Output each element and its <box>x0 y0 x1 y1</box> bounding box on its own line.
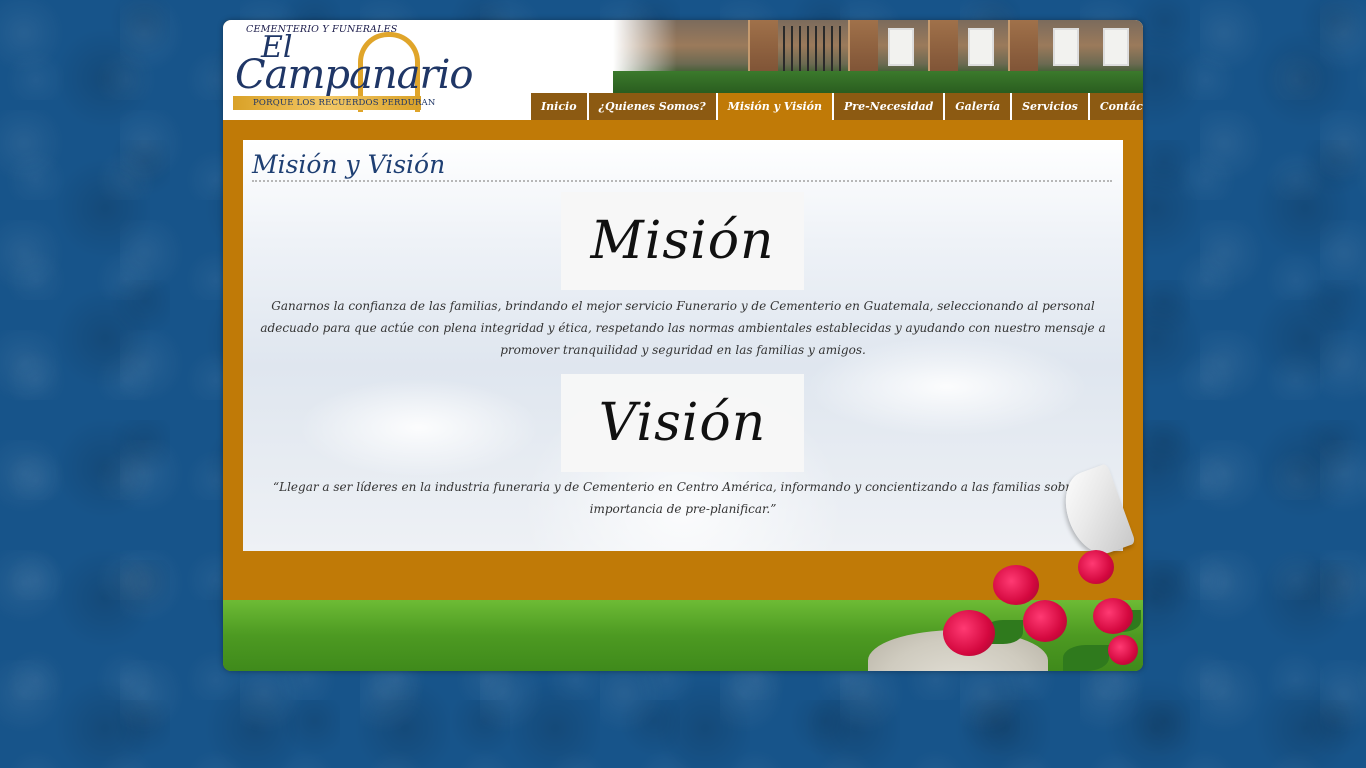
building-pillar <box>928 20 958 76</box>
site-logo[interactable]: CEMENTERIO Y FUNERALES El Campanario POR… <box>233 24 473 120</box>
logo-name: Campanario <box>235 52 473 98</box>
building-window <box>1053 28 1079 66</box>
page-title: Misión y Visión <box>252 148 1112 182</box>
content-panel: Misión y Visión Misión Ganarnos la confi… <box>243 140 1123 551</box>
nav-mision-vision[interactable]: Misión y Visión <box>717 93 833 120</box>
hedge-image <box>613 71 1143 93</box>
nav-pre-necesidad[interactable]: Pre-Necesidad <box>834 93 944 120</box>
building-window <box>968 28 994 66</box>
leaf-shape <box>1063 645 1109 671</box>
flower-shape <box>1023 600 1067 642</box>
building-window <box>888 28 914 66</box>
flower-shape <box>1078 550 1114 584</box>
nav-contactenos[interactable]: Contáctenos <box>1089 93 1143 120</box>
nav-inicio[interactable]: Inicio <box>531 93 587 120</box>
header-photo <box>613 20 1143 93</box>
flower-shape <box>993 565 1039 605</box>
flower-shape <box>1108 635 1138 665</box>
flower-shape <box>1093 598 1133 634</box>
flower-shape <box>943 610 995 656</box>
building-pillar <box>848 20 878 76</box>
page-frame: CEMENTERIO Y FUNERALES El Campanario POR… <box>223 20 1143 671</box>
gate-image <box>783 26 843 74</box>
mision-paragraph: Ganarnos la confianza de las familias, b… <box>260 299 1106 357</box>
vision-paragraph: “Llegar a ser líderes en la industria fu… <box>272 480 1093 516</box>
building-pillar <box>1008 20 1038 76</box>
vision-heading: Visión <box>561 374 804 472</box>
main-nav: Inicio ¿Quienes Somos? Misión y Visión P… <box>531 93 1143 120</box>
nav-galeria[interactable]: Galería <box>945 93 1011 120</box>
logo-slogan: PORQUE LOS RECUERDOS PERDURAN <box>253 98 436 108</box>
building-window <box>1103 28 1129 66</box>
mision-heading: Misión <box>561 192 804 290</box>
nav-servicios[interactable]: Servicios <box>1012 93 1088 120</box>
nav-quienes-somos[interactable]: ¿Quienes Somos? <box>588 93 716 120</box>
site-header: CEMENTERIO Y FUNERALES El Campanario POR… <box>223 20 1143 120</box>
building-pillar <box>748 20 778 76</box>
